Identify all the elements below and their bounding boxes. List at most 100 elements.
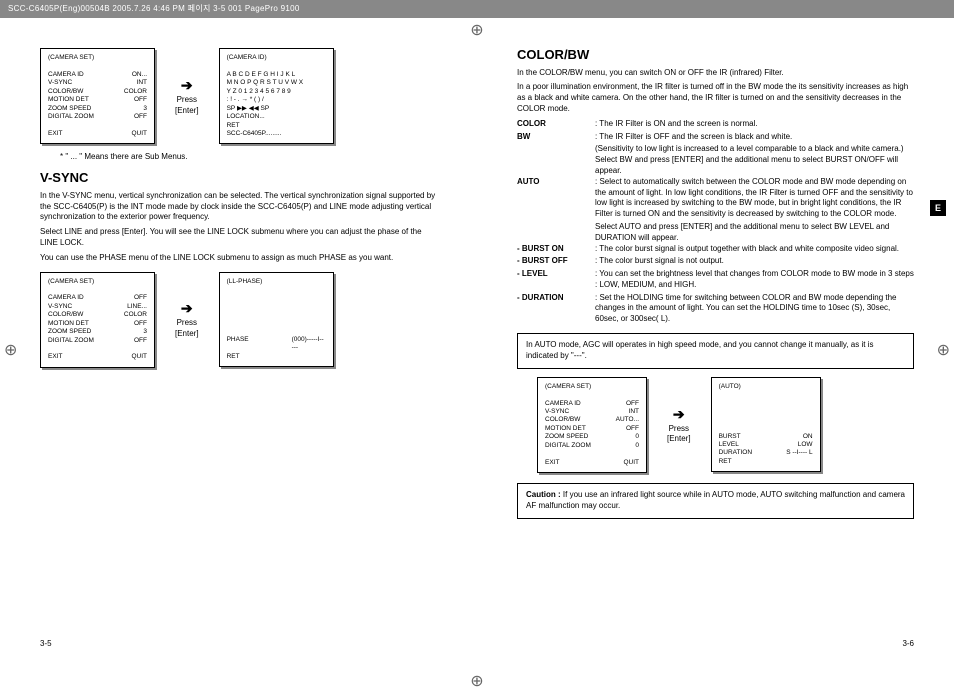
row-val: LINE...: [127, 303, 147, 311]
menu-line: A B C D E F G H I J K L: [227, 71, 326, 79]
row-val: COLOR: [124, 88, 147, 96]
row-val: OFF: [134, 113, 147, 121]
row-label: COLOR/BW: [545, 416, 600, 424]
def-burston: - BURST ON: The color burst signal is ou…: [517, 244, 914, 255]
press-label: Press: [667, 424, 691, 435]
row-val: QUIT: [623, 459, 639, 467]
caution-label: Caution :: [526, 490, 561, 499]
edge-tab-e: E: [930, 200, 946, 216]
arrow-press-enter: ➔ Press [Enter]: [667, 405, 691, 445]
row-label: CAMERA ID: [48, 71, 103, 79]
crop-mark-top: ⊕: [470, 20, 483, 40]
row-label: MOTION DET: [545, 425, 600, 433]
crop-mark-right: ⊕: [937, 340, 950, 360]
row-val: INT: [629, 408, 639, 416]
row-val: AUTO...: [616, 416, 639, 424]
def-duration: - DURATION: Set the HOLDING time for swi…: [517, 293, 914, 325]
row-val: QUIT: [131, 130, 147, 138]
caution-text: If you use an infrared light source whil…: [526, 490, 905, 510]
menu-line: Y Z 0 1 2 3 4 5 6 7 8 9: [227, 88, 326, 96]
menu-title: (LL-PHASE): [227, 278, 326, 286]
row-label: V-SYNC: [48, 79, 103, 87]
row-val: 0: [635, 442, 639, 450]
row-label: MOTION DET: [48, 96, 103, 104]
row-label: ZOOM SPEED: [545, 433, 600, 441]
menu-line: LOCATION...: [227, 113, 326, 121]
row-label: RET: [719, 458, 774, 466]
auto-menu: (AUTO) BURSTON LEVELLOW DURATIONS --I---…: [711, 377, 821, 472]
def-text: : Select to automatically switch between…: [595, 177, 914, 220]
camera-set-llphase-group: (CAMERA SET) CAMERA IDOFF V-SYNCLINE... …: [40, 272, 437, 368]
page-number-right: 3-6: [902, 639, 914, 650]
page-right: COLOR/BW In the COLOR/BW menu, you can s…: [507, 40, 914, 640]
row-label: ZOOM SPEED: [48, 328, 103, 336]
def-text: : The color burst signal is output toget…: [595, 244, 914, 255]
print-header: SCC-C6405P(Eng)00504B 2005.7.26 4:46 PM …: [0, 0, 954, 18]
row-val: INT: [137, 79, 147, 87]
def-level: - LEVEL: You can set the brightness leve…: [517, 269, 914, 291]
def-auto: AUTO: Select to automatically switch bet…: [517, 177, 914, 220]
vsync-paragraph-2: Select LINE and press [Enter]. You will …: [40, 227, 437, 249]
menu-title: (AUTO): [719, 383, 813, 391]
row-label: CAMERA ID: [545, 400, 600, 408]
row-label: EXIT: [545, 459, 600, 467]
page-spread: (CAMERA SET) CAMERA ID ON... V-SYNC INT CO…: [0, 0, 954, 660]
row-val: ON...: [132, 71, 147, 79]
press-label: Press: [175, 95, 199, 106]
menu-line: SP ▶▶ ◀◀ SP: [227, 105, 326, 113]
row-val: QUIT: [131, 353, 147, 361]
row-val: OFF: [134, 320, 147, 328]
row-val: S --I---- L: [786, 449, 812, 457]
heading-colorbw: COLOR/BW: [517, 46, 914, 64]
menu-line: RET: [227, 122, 326, 130]
row-label: V-SYNC: [48, 303, 103, 311]
menu-line: M N O P Q R S T U V W X: [227, 79, 326, 87]
row-label: BURST: [719, 433, 774, 441]
arrow-right-icon: ➔: [175, 299, 199, 318]
crop-mark-left: ⊕: [4, 340, 17, 360]
ll-phase-menu: (LL-PHASE) PHASE(000)-----I----- RET: [219, 272, 334, 367]
camera-set-auto-group: (CAMERA SET) CAMERA ID OFF V-SYNC INT COLO…: [537, 377, 914, 473]
def-text: : The IR Filter is ON and the screen is …: [595, 119, 914, 130]
press-label: Press: [175, 318, 199, 329]
def-text: : Set the HOLDING time for switching bet…: [595, 293, 914, 325]
camera-id-menu: (CAMERA ID) A B C D E F G H I J K L M N …: [219, 48, 334, 144]
def-bw: BW: The IR Filter is OFF and the screen …: [517, 132, 914, 143]
def-label: - BURST ON: [517, 244, 595, 255]
vsync-paragraph-1: In the V-SYNC menu, vertical synchroniza…: [40, 191, 437, 223]
vsync-paragraph-3: You can use the PHASE menu of the LINE L…: [40, 253, 437, 264]
row-val: 3: [143, 105, 147, 113]
row-label: CAMERA ID: [48, 294, 103, 302]
row-val: OFF: [626, 400, 639, 408]
menu-title: (CAMERA SET): [48, 278, 147, 286]
camera-set-menu-1: (CAMERA SET) CAMERA ID ON... V-SYNC INT CO…: [40, 48, 155, 144]
row-val: ON: [803, 433, 813, 441]
row-val: COLOR: [124, 311, 147, 319]
camera-set-menu-2: (CAMERA SET) CAMERA IDOFF V-SYNCLINE... …: [40, 272, 155, 368]
arrow-press-enter: ➔ Press [Enter]: [175, 76, 199, 116]
def-text: : The IR Filter is OFF and the screen is…: [595, 132, 914, 143]
def-label: - BURST OFF: [517, 256, 595, 267]
arrow-right-icon: ➔: [175, 76, 199, 95]
row-label: RET: [227, 353, 282, 361]
menu-title: (CAMERA ID): [227, 54, 326, 62]
page-left: (CAMERA SET) CAMERA ID ON... V-SYNC INT CO…: [40, 40, 447, 640]
def-bw-cont: (Sensitivity to low light is increased t…: [517, 144, 914, 155]
arrow-press-enter: ➔ Press [Enter]: [175, 299, 199, 339]
row-val: OFF: [134, 337, 147, 345]
menu-title: (CAMERA SET): [545, 383, 639, 391]
row-label: EXIT: [48, 353, 103, 361]
crop-mark-bottom: ⊕: [470, 671, 483, 691]
menu-line: SCC-C6405P.........: [227, 130, 326, 138]
enter-label: [Enter]: [175, 329, 199, 340]
menu-title: (CAMERA SET): [48, 54, 147, 62]
colorbw-intro-2: In a poor illumination environment, the …: [517, 82, 914, 114]
row-label: DURATION: [719, 449, 774, 457]
agc-note-box: In AUTO mode, AGC will operates in high …: [517, 333, 914, 369]
row-label: V-SYNC: [545, 408, 600, 416]
row-label: DIGITAL ZOOM: [48, 113, 103, 121]
row-label: PHASE: [227, 336, 282, 353]
enter-label: [Enter]: [667, 434, 691, 445]
row-label: DIGITAL ZOOM: [545, 442, 600, 450]
caution-box: Caution : If you use an infrared light s…: [517, 483, 914, 519]
